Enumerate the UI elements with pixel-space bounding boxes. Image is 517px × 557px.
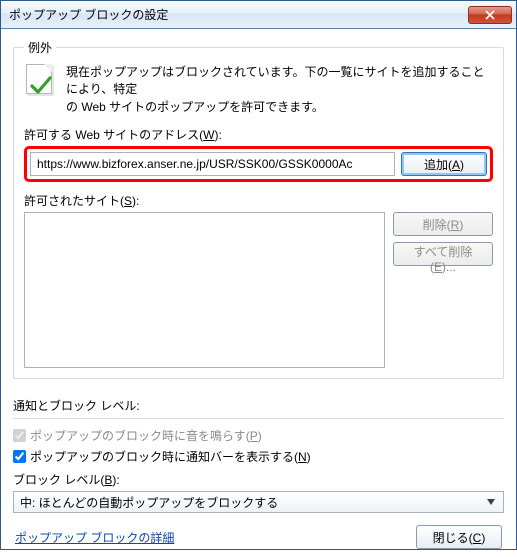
add-button[interactable]: 追加(A): [401, 152, 487, 176]
notify-section: 通知とブロック レベル: ポップアップのブロック時に音を鳴らす(P) ポップアッ…: [13, 397, 504, 513]
block-level-row: ブロック レベル(B): 中: ほとんどの自動ポップアップをブロックする: [13, 471, 504, 513]
sound-checkbox-label: ポップアップのブロック時に音を鳴らす(P): [30, 427, 262, 444]
exceptions-group: 例外 現在ポップアップはブロックされています。下の一覧にサイトを追加することによ…: [13, 39, 504, 379]
sound-checkbox-row: ポップアップのブロック時に音を鳴らす(P): [13, 427, 504, 444]
site-action-buttons: 削除(R) すべて削除(E)...: [393, 212, 493, 368]
sound-checkbox: [13, 429, 26, 442]
address-row-highlight: 追加(A): [24, 146, 493, 182]
address-label: 許可する Web サイトのアドレス(W):: [24, 126, 493, 143]
titlebar: ポップアップ ブロックの設定: [1, 1, 516, 29]
intro-line1: 現在ポップアップはブロックされています。下の一覧にサイトを追加することにより、特…: [66, 65, 484, 96]
block-level-dropdown[interactable]: 中: ほとんどの自動ポップアップをブロックする: [13, 491, 504, 513]
bar-checkbox-row: ポップアップのブロック時に通知バーを表示する(N): [13, 448, 504, 465]
close-button[interactable]: 閉じる(C): [416, 525, 502, 549]
allowed-sites-list[interactable]: [24, 212, 385, 368]
allowed-sites-label: 許可されたサイト(S):: [24, 192, 493, 209]
remove-button: 削除(R): [393, 212, 493, 236]
close-icon: [485, 10, 495, 20]
separator: [13, 418, 504, 419]
allowed-sites-wrap: 削除(R) すべて削除(E)...: [24, 212, 493, 368]
address-input[interactable]: [30, 152, 395, 176]
footer: ポップアップ ブロックの詳細 閉じる(C): [13, 525, 504, 549]
window-title: ポップアップ ブロックの設定: [9, 6, 468, 23]
bar-checkbox[interactable]: [13, 450, 26, 463]
intro-row: 現在ポップアップはブロックされています。下の一覧にサイトを追加することにより、特…: [24, 64, 493, 116]
chevron-down-icon: [483, 494, 499, 510]
allowed-page-icon: [24, 64, 58, 98]
content-area: 例外 現在ポップアップはブロックされています。下の一覧にサイトを追加することによ…: [1, 29, 516, 557]
learn-more-link[interactable]: ポップアップ ブロックの詳細: [15, 529, 174, 546]
notify-heading: 通知とブロック レベル:: [13, 397, 504, 414]
window-close-button[interactable]: [468, 6, 512, 24]
remove-all-button: すべて削除(E)...: [393, 242, 493, 266]
exceptions-legend: 例外: [24, 39, 56, 56]
block-level-value: 中: ほとんどの自動ポップアップをブロックする: [20, 494, 278, 511]
bar-checkbox-label: ポップアップのブロック時に通知バーを表示する(N): [30, 448, 311, 465]
intro-text: 現在ポップアップはブロックされています。下の一覧にサイトを追加することにより、特…: [66, 64, 493, 116]
block-level-label: ブロック レベル(B):: [13, 471, 504, 488]
intro-line2: の Web サイトのポップアップを許可できます。: [66, 100, 324, 114]
popup-blocker-settings-window: ポップアップ ブロックの設定 例外 現在ポップアップはブロックされています。下の…: [0, 0, 517, 550]
